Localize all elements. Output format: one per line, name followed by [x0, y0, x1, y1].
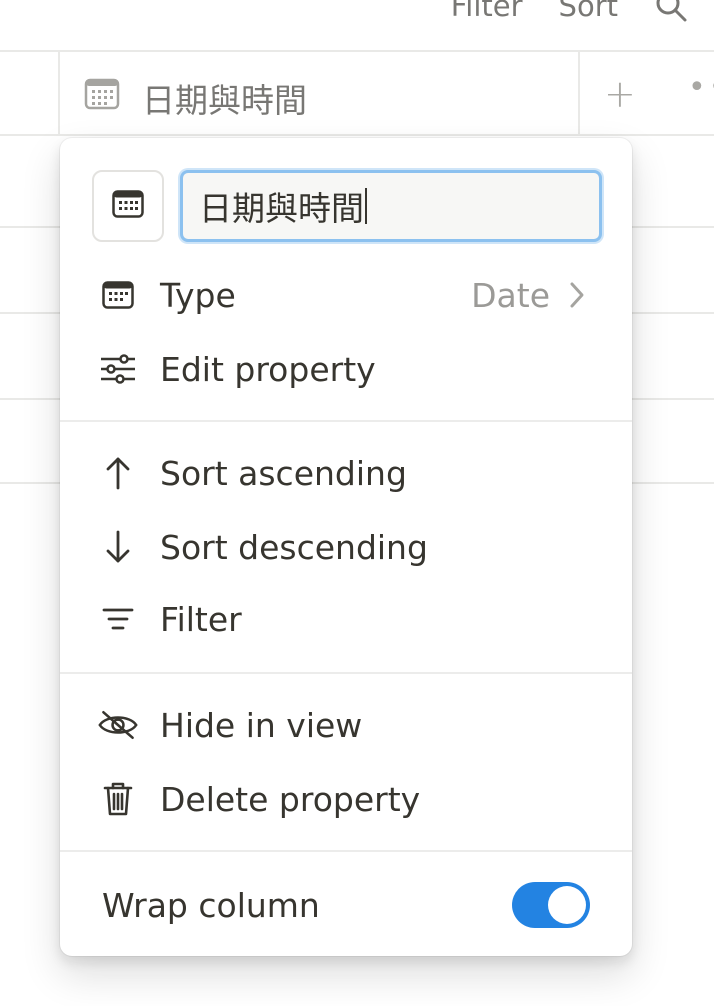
- column-divider: [58, 52, 60, 134]
- text-caret: [365, 188, 367, 224]
- arrow-down-icon: [98, 527, 138, 567]
- toggle-knob: [548, 886, 586, 924]
- add-column-button[interactable]: +: [604, 72, 636, 116]
- type-value: Date: [471, 275, 550, 315]
- column-header-date[interactable]: 日期與時間: [84, 74, 307, 122]
- property-name-value: 日期與時間: [199, 189, 364, 228]
- table-header-row: 日期與時間 + ••: [0, 52, 714, 136]
- view-toolbar: Filter Sort: [451, 0, 714, 26]
- menu-divider: [60, 850, 632, 852]
- type-label: Type: [160, 275, 236, 315]
- menu-item-sort-descending[interactable]: Sort descending: [60, 510, 632, 584]
- edit-property-label: Edit property: [160, 349, 376, 389]
- delete-property-label: Delete property: [160, 779, 421, 819]
- search-icon[interactable]: [654, 0, 688, 23]
- chevron-right-icon: [562, 280, 592, 310]
- menu-item-delete-property[interactable]: Delete property: [60, 762, 632, 836]
- filter-label: Filter: [160, 599, 242, 639]
- hide-in-view-label: Hide in view: [160, 705, 363, 745]
- property-name-row: 日期與時間: [92, 170, 602, 244]
- column-divider: [578, 52, 580, 134]
- menu-item-edit-property[interactable]: Edit property: [60, 332, 632, 406]
- menu-item-hide-in-view[interactable]: Hide in view: [60, 688, 632, 762]
- sliders-icon: [98, 349, 138, 389]
- calendar-icon: [98, 275, 138, 315]
- property-name-input[interactable]: 日期與時間: [180, 170, 602, 242]
- menu-item-sort-ascending[interactable]: Sort ascending: [60, 436, 632, 510]
- property-icon-button[interactable]: [92, 170, 164, 242]
- calendar-icon: [84, 77, 120, 119]
- property-menu: 日期與時間 Type Date Edit property Sort ascen…: [60, 138, 632, 956]
- filter-icon: [98, 599, 138, 639]
- eye-off-icon: [98, 705, 138, 745]
- wrap-column-toggle[interactable]: [512, 882, 590, 928]
- calendar-icon: [112, 190, 144, 222]
- trash-icon: [98, 779, 138, 819]
- arrow-up-icon: [98, 453, 138, 493]
- column-header-label: 日期與時間: [142, 81, 307, 120]
- sort-button[interactable]: Sort: [559, 0, 618, 23]
- app-page: Filter Sort 日期與時間 + • 日期與時間 Type Date Ed…: [0, 0, 714, 1006]
- wrap-column-label: Wrap column: [102, 886, 320, 925]
- menu-divider: [60, 672, 632, 674]
- menu-divider: [60, 420, 632, 422]
- sort-ascending-label: Sort ascending: [160, 453, 407, 493]
- more-options-button[interactable]: ••: [688, 70, 714, 105]
- filter-button[interactable]: Filter: [451, 0, 523, 23]
- menu-item-filter[interactable]: Filter: [60, 582, 632, 656]
- menu-item-type[interactable]: Type Date: [60, 258, 632, 332]
- sort-descending-label: Sort descending: [160, 527, 428, 567]
